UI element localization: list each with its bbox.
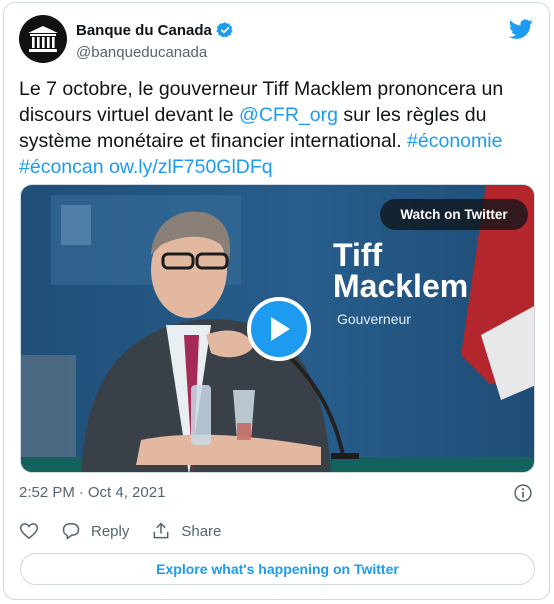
account-handle[interactable]: @banqueducanada — [76, 44, 207, 61]
reply-icon — [62, 523, 80, 540]
share-button[interactable]: Share — [151, 521, 221, 541]
mention-link[interactable]: @CFR_org — [239, 104, 338, 126]
bank-building-icon — [28, 26, 58, 52]
account-name[interactable]: Banque du Canada — [76, 22, 212, 39]
heart-icon — [19, 523, 39, 540]
twitter-bird-icon[interactable] — [509, 17, 533, 41]
avatar[interactable] — [19, 15, 67, 63]
tweet-text: Le 7 octobre, le gouverneur Tiff Macklem… — [19, 76, 539, 180]
tweet-date[interactable]: Oct 4, 2021 — [88, 484, 166, 501]
timestamp[interactable]: 2:52 PM · Oct 4, 2021 — [19, 484, 165, 501]
verified-badge-icon — [216, 22, 233, 38]
video-overlay-last-name: Macklem — [333, 268, 469, 304]
hashtag-link[interactable]: #économie — [407, 130, 502, 152]
like-button[interactable] — [19, 521, 39, 541]
video-overlay-first-name: Tiff — [333, 237, 383, 273]
play-icon — [271, 317, 290, 341]
timestamp-separator: · — [78, 484, 84, 501]
hashtag-link[interactable]: #éconcan — [19, 156, 104, 178]
info-icon[interactable] — [513, 483, 533, 503]
watch-on-twitter-button[interactable]: Watch on Twitter — [380, 199, 528, 230]
url-link[interactable]: ow.ly/zlF750GlDFq — [109, 156, 273, 178]
explore-twitter-button[interactable]: Explore what's happening on Twitter — [20, 553, 535, 585]
account-name-row[interactable]: Banque du Canada — [76, 21, 234, 39]
reply-label[interactable]: Reply — [91, 523, 129, 540]
tweet-time[interactable]: 2:52 PM — [19, 484, 75, 501]
video-overlay-role: Gouverneur — [337, 311, 411, 327]
tweet-card: Banque du Canada @banqueducanada Le 7 oc… — [3, 2, 550, 600]
reply-button[interactable]: Reply — [61, 521, 129, 541]
video-overlay-name: Tiff Macklem — [333, 237, 469, 304]
share-icon — [153, 522, 169, 539]
tweet-actions: Reply Share — [19, 521, 243, 541]
video-thumbnail[interactable]: Watch on Twitter Tiff Macklem Gouverneur — [20, 184, 535, 473]
play-button[interactable] — [247, 297, 311, 361]
share-label[interactable]: Share — [181, 523, 221, 540]
